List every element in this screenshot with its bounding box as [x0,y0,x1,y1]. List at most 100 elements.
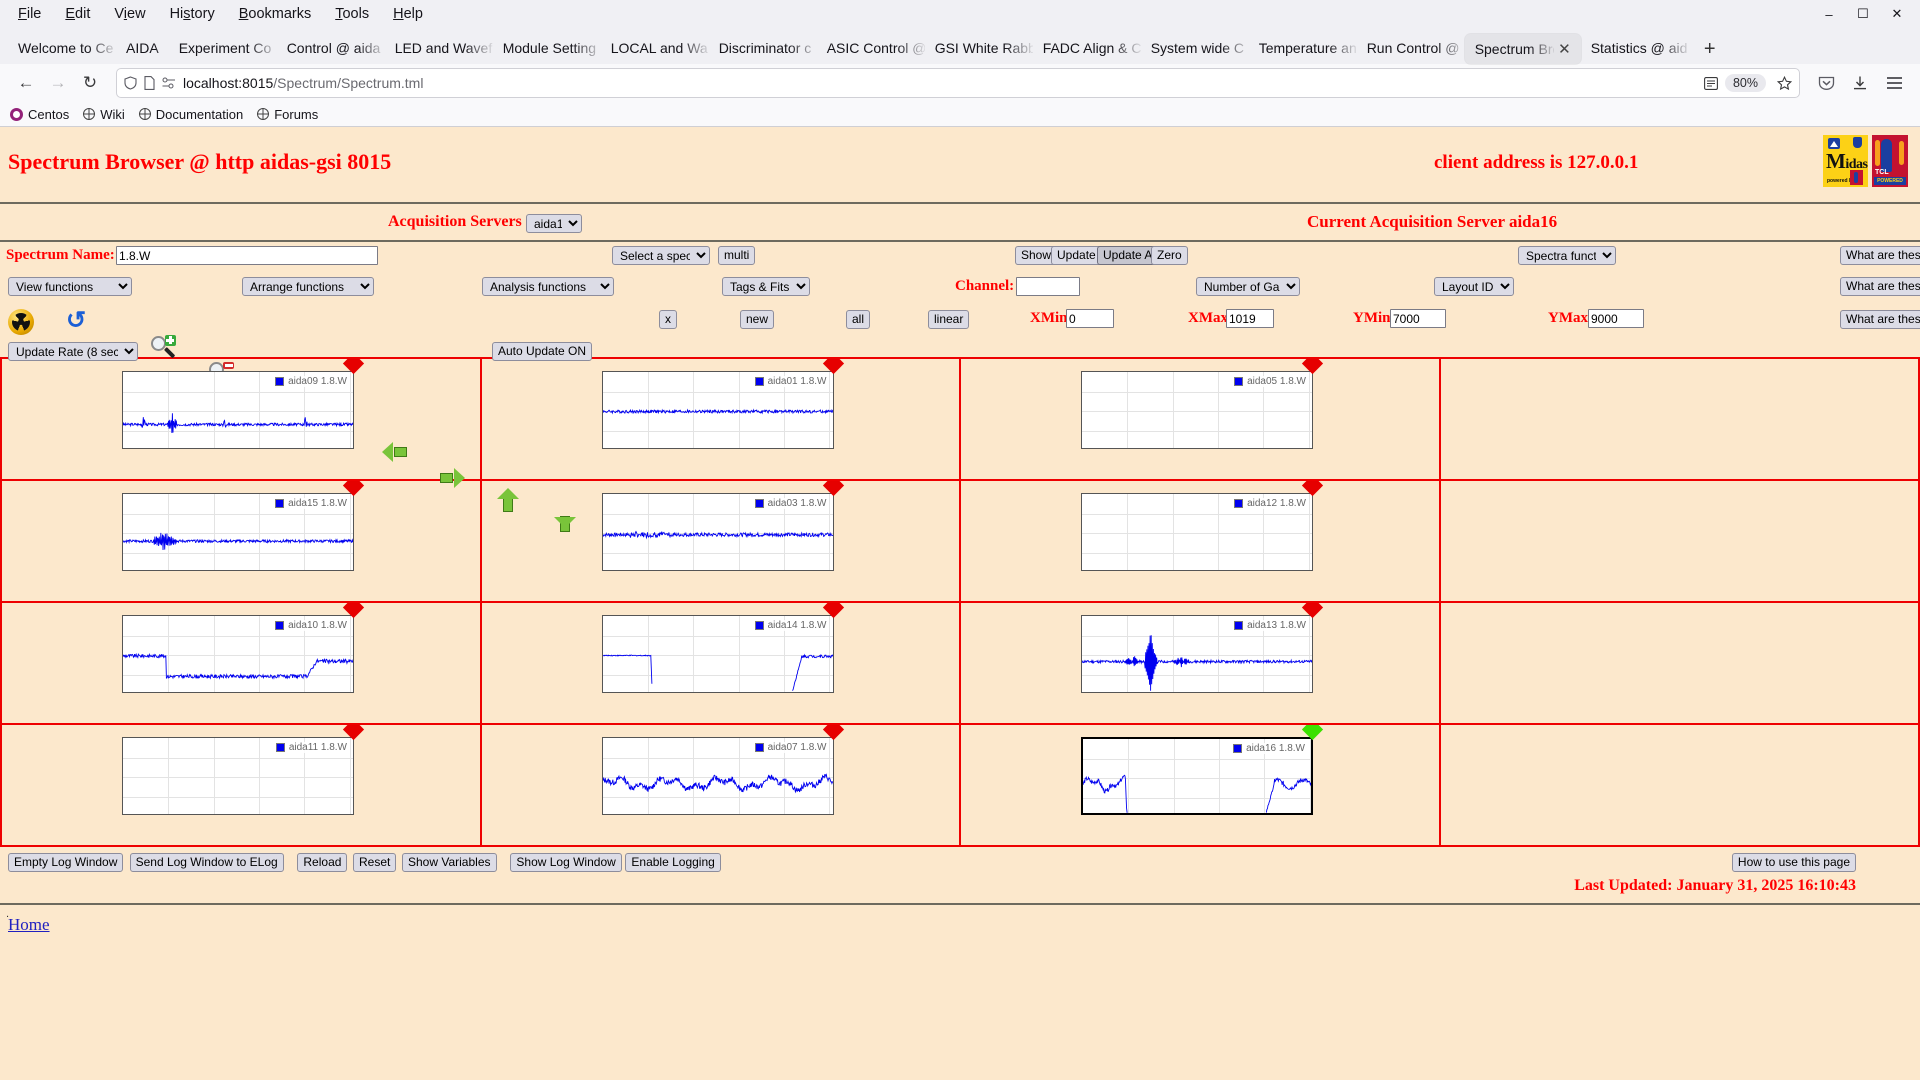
tags-and-fits-dropdown[interactable]: Tags & Fits [722,277,810,296]
menu-edit[interactable]: Edit [53,4,102,24]
new-button[interactable]: new [740,310,775,329]
url-bar[interactable]: localhost:8015/Spectrum/Spectrum.tml 80% [116,68,1800,98]
menu-file[interactable]: File [6,4,53,24]
spectrum-plot[interactable]: 7000750080008500900002004006008001000aid… [568,725,844,836]
bookmark-item[interactable]: Forums [257,107,318,122]
layout-id-dropdown[interactable]: Layout ID=7 [1434,277,1514,296]
gallery-cell[interactable]: 7000750080008500900002004006008001000aid… [961,603,1441,723]
gallery-cell[interactable]: 7000750080008500900002004006008001000aid… [961,725,1441,845]
spectrum-plot[interactable]: 7000750080008500900002004006008001000aid… [1047,603,1324,714]
what-are-these-button-3[interactable]: What are these? [1840,310,1920,329]
new-tab-icon[interactable]: + [1695,34,1725,64]
menu-help[interactable]: Help [381,4,435,24]
permissions-icon[interactable] [162,77,176,89]
what-are-these-button-1[interactable]: What are these? [1840,246,1920,265]
x-button[interactable]: x [659,310,677,329]
browser-tab[interactable]: ASIC Control @ [817,31,925,64]
app-menu-icon[interactable] [1878,68,1910,98]
spectrum-plot[interactable]: 7000750080008500900002004006008001000aid… [88,481,365,592]
select-spectrum-dropdown[interactable]: Select a spectrum [612,246,710,265]
browser-tab[interactable]: Discriminator c [709,31,817,64]
number-of-galleries-dropdown[interactable]: Number of Galleries [1196,277,1300,296]
menu-view[interactable]: View [102,4,157,24]
gallery-cell[interactable]: 7000750080008500900002004006008001000aid… [0,359,482,479]
ymax-input[interactable] [1588,309,1644,328]
browser-tab[interactable]: Spectrum Brow ✕ [1464,34,1581,64]
spectrum-plot[interactable]: 7000750080008500900002004006008001000aid… [568,481,844,592]
browser-tab[interactable]: Welcome to Ce [8,31,116,64]
maximize-icon[interactable]: ☐ [1846,1,1880,27]
reload-icon[interactable]: ↻ [74,68,106,98]
spectrum-plot[interactable]: 7000750080008500900002004006008001000aid… [88,603,365,714]
spectrum-plot[interactable]: 7000750080008500900002004006008001000aid… [568,359,844,470]
browser-tab[interactable]: Module Setting [493,31,601,64]
radioactive-icon[interactable] [8,309,34,335]
browser-tab[interactable]: Experiment Co [169,31,277,64]
gallery-cell[interactable] [1441,481,1920,601]
xmin-input[interactable] [1066,309,1114,328]
analysis-functions-dropdown[interactable]: Analysis functions [482,277,614,296]
tab-close-icon[interactable]: ✕ [1558,42,1571,57]
footer-button[interactable]: Reload [297,853,348,872]
gallery-cell[interactable]: 7000750080008500900002004006008001000aid… [0,603,482,723]
menu-bookmarks[interactable]: Bookmarks [227,4,324,24]
gallery-cell[interactable]: 7000750080008500900002004006008001000aid… [482,481,961,601]
reader-view-icon[interactable] [1704,76,1718,90]
footer-button[interactable]: Enable Logging [625,853,721,872]
update-button[interactable]: Update [1051,246,1102,265]
spectrum-plot[interactable]: 7000750080008500900002004006008001000aid… [1047,359,1324,470]
zoom-in-icon[interactable] [150,335,176,361]
browser-tab[interactable]: AIDA [116,31,169,64]
browser-tab[interactable]: GSI White Rabb [925,31,1033,64]
gallery-cell[interactable]: 7000750080008500900002004006008001000aid… [961,359,1441,479]
bookmark-item[interactable]: Documentation [138,107,243,122]
browser-tab[interactable]: LED and Wavef [385,31,493,64]
browser-tab[interactable]: Statistics @ aid [1581,31,1689,64]
gallery-cell[interactable]: 7000750080008500900002004006008001000aid… [482,359,961,479]
spectrum-name-input[interactable] [116,246,378,265]
spectrum-plot[interactable]: 7000750080008500900002004006008001000aid… [1047,481,1324,592]
xmax-input[interactable] [1226,309,1274,328]
zero-button[interactable]: Zero [1151,246,1188,265]
menu-tools[interactable]: Tools [323,4,381,24]
minimize-icon[interactable]: – [1812,1,1846,27]
browser-tab[interactable]: Run Control @ [1357,31,1465,64]
gallery-cell[interactable] [1441,359,1920,479]
arrange-functions-dropdown[interactable]: Arrange functions [242,277,374,296]
acquisition-server-select[interactable]: aida16 [526,214,582,233]
footer-button[interactable]: Show Log Window [510,853,622,872]
gallery-cell[interactable] [1441,603,1920,723]
gallery-cell[interactable]: 7000750080008500900002004006008001000aid… [0,725,482,845]
gallery-cell[interactable]: 7000750080008500900002004006008001000aid… [482,603,961,723]
gallery-cell[interactable]: 7000750080008500900002004006008001000aid… [0,481,482,601]
spectrum-plot[interactable]: 7000750080008500900002004006008001000aid… [88,359,365,470]
zoom-level-indicator[interactable]: 80% [1724,74,1766,92]
gallery-cell[interactable] [1441,725,1920,845]
browser-tab[interactable]: LOCAL and Wa [601,31,709,64]
footer-button[interactable]: Reset [353,853,397,872]
spectrum-plot[interactable]: 7000750080008500900002004006008001000aid… [568,603,844,714]
footer-button[interactable]: Send Log Window to ELog [129,853,284,872]
pocket-icon[interactable] [1810,68,1842,98]
refresh-icon[interactable]: ↺ [63,308,89,334]
what-are-these-button-2[interactable]: What are these? [1840,277,1920,296]
bookmark-star-icon[interactable] [1777,75,1792,91]
browser-tab[interactable]: System wide C [1141,31,1249,64]
view-functions-dropdown[interactable]: View functions [8,277,132,296]
all-button[interactable]: all [846,310,871,329]
browser-tab[interactable]: Control @ aida [277,31,385,64]
browser-tab[interactable]: FADC Align & C [1033,31,1141,64]
menu-history[interactable]: History [158,4,227,24]
spectrum-plot[interactable]: 7000750080008500900002004006008001000aid… [88,725,365,836]
channel-input[interactable] [1016,277,1080,296]
linear-button[interactable]: linear [928,310,970,329]
footer-button[interactable]: Show Variables [402,853,497,872]
spectrum-plot[interactable]: 7000750080008500900002004006008001000aid… [1047,725,1324,836]
gallery-cell[interactable]: 7000750080008500900002004006008001000aid… [482,725,961,845]
bookmark-item[interactable]: Wiki [83,107,125,122]
back-icon[interactable]: ← [10,68,42,98]
multi-button[interactable]: multi [718,246,756,265]
home-link[interactable]: Home [0,915,50,934]
footer-button[interactable]: Empty Log Window [8,853,124,872]
bookmark-item[interactable]: Centos [10,107,69,122]
